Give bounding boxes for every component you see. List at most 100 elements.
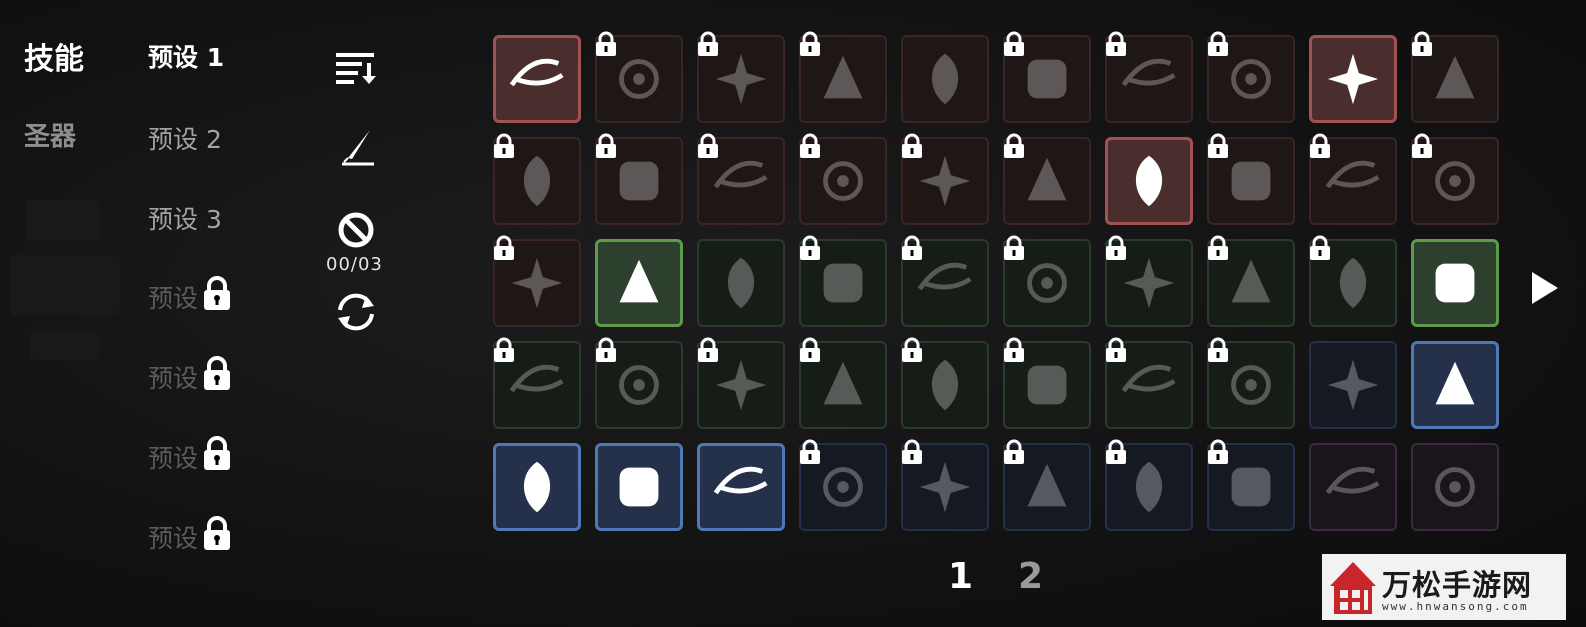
lock-icon bbox=[899, 133, 925, 159]
watermark-title: 万松手游网 bbox=[1382, 568, 1533, 602]
skill-slot[interactable] bbox=[697, 443, 785, 531]
lock-icon bbox=[1205, 235, 1231, 261]
lock-icon bbox=[1001, 337, 1027, 363]
lock-icon bbox=[593, 31, 619, 57]
preset-4-locked[interactable]: 预设 bbox=[148, 276, 234, 318]
preset-label: 预设 3 bbox=[148, 205, 222, 234]
skill-slot[interactable] bbox=[493, 133, 581, 225]
preset-label: 预设 bbox=[148, 444, 199, 473]
background-shape bbox=[10, 255, 120, 315]
sort-button[interactable] bbox=[330, 50, 382, 86]
skill-slot[interactable] bbox=[1309, 235, 1397, 327]
skill-slot[interactable] bbox=[697, 239, 785, 327]
lock-icon bbox=[899, 235, 925, 261]
skill-slot[interactable] bbox=[595, 337, 683, 429]
skill-slot[interactable] bbox=[1309, 35, 1397, 123]
lock-icon bbox=[695, 337, 721, 363]
background-shape bbox=[30, 330, 100, 360]
preset-label: 预设 1 bbox=[148, 43, 225, 72]
skill-slot[interactable] bbox=[1309, 341, 1397, 429]
tab-artifacts[interactable]: 圣器 bbox=[24, 116, 76, 153]
skill-slot[interactable] bbox=[1411, 31, 1499, 123]
page-1[interactable]: 1 bbox=[948, 556, 973, 597]
preset-2[interactable]: 预设 2 bbox=[148, 120, 222, 156]
skill-slot[interactable] bbox=[799, 337, 887, 429]
skill-slot[interactable] bbox=[493, 235, 581, 327]
skill-slot[interactable] bbox=[493, 35, 581, 123]
skill-slot[interactable] bbox=[1105, 137, 1193, 225]
skill-slot[interactable] bbox=[1003, 235, 1091, 327]
preset-label: 预设 bbox=[148, 284, 199, 313]
skill-slot[interactable] bbox=[595, 133, 683, 225]
skill-slot[interactable] bbox=[1003, 337, 1091, 429]
skill-slot[interactable] bbox=[1411, 443, 1499, 531]
preset-1[interactable]: 预设 1 bbox=[148, 38, 224, 74]
skill-slot[interactable] bbox=[595, 239, 683, 327]
next-page-button[interactable] bbox=[1530, 270, 1560, 310]
arrows-icon bbox=[931, 53, 959, 105]
lock-icon bbox=[1205, 439, 1231, 465]
skill-slot[interactable] bbox=[1003, 31, 1091, 123]
preset-7-locked[interactable]: 预设 bbox=[148, 516, 234, 558]
preset-label: 预设 2 bbox=[148, 125, 222, 154]
skill-slot[interactable] bbox=[1411, 239, 1499, 327]
skill-slot[interactable] bbox=[1003, 439, 1091, 531]
skill-slot[interactable] bbox=[799, 235, 887, 327]
lock-icon bbox=[695, 31, 721, 57]
preset-5-locked[interactable]: 预设 bbox=[148, 356, 234, 398]
lock-icon bbox=[200, 436, 234, 478]
skill-slot[interactable] bbox=[1003, 133, 1091, 225]
triple-spear-icon bbox=[1327, 53, 1379, 105]
skill-slot[interactable] bbox=[493, 443, 581, 531]
skill-slot[interactable] bbox=[901, 35, 989, 123]
skill-slot[interactable] bbox=[595, 443, 683, 531]
skill-slot[interactable] bbox=[1309, 443, 1397, 531]
skill-slot[interactable] bbox=[1207, 133, 1295, 225]
skill-slot[interactable] bbox=[1207, 235, 1295, 327]
watermark-url: www.hnwansong.com bbox=[1382, 600, 1529, 613]
skill-slot[interactable] bbox=[1207, 337, 1295, 429]
skill-slot[interactable] bbox=[1207, 439, 1295, 531]
sort-icon bbox=[336, 53, 376, 84]
skill-slot[interactable] bbox=[1411, 341, 1499, 429]
skill-slot[interactable] bbox=[1105, 439, 1193, 531]
rename-button[interactable] bbox=[330, 128, 382, 168]
lock-icon bbox=[1001, 439, 1027, 465]
preset-6-locked[interactable]: 预设 bbox=[148, 436, 234, 478]
skill-slot[interactable] bbox=[799, 31, 887, 123]
lock-icon bbox=[695, 133, 721, 159]
skill-slot[interactable] bbox=[595, 31, 683, 123]
equip-counter: 00/03 bbox=[326, 254, 383, 275]
skill-slot[interactable] bbox=[1105, 31, 1193, 123]
skill-slot[interactable] bbox=[697, 133, 785, 225]
skill-slot[interactable] bbox=[901, 337, 989, 429]
clear-button[interactable] bbox=[330, 210, 382, 250]
skill-slot[interactable] bbox=[493, 337, 581, 429]
skill-slot[interactable] bbox=[901, 235, 989, 327]
flame-potion-icon bbox=[1435, 263, 1475, 303]
sword-up-icon bbox=[713, 466, 768, 495]
chain-icon bbox=[727, 257, 755, 309]
skill-slot[interactable] bbox=[697, 31, 785, 123]
skill-slot[interactable] bbox=[1105, 235, 1193, 327]
skill-slot[interactable] bbox=[1105, 337, 1193, 429]
skill-slot[interactable] bbox=[697, 337, 785, 429]
tab-skills[interactable]: 技能 bbox=[24, 34, 84, 78]
skill-slot[interactable] bbox=[901, 133, 989, 225]
skill-slot[interactable] bbox=[1207, 31, 1295, 123]
refresh-button[interactable] bbox=[330, 292, 382, 332]
page-2[interactable]: 2 bbox=[1018, 556, 1043, 597]
skill-slot[interactable] bbox=[1411, 133, 1499, 225]
preset-3[interactable]: 预设 3 bbox=[148, 200, 222, 236]
skill-slot[interactable] bbox=[799, 439, 887, 531]
lock-icon bbox=[899, 439, 925, 465]
lock-icon bbox=[1001, 31, 1027, 57]
slash-icon bbox=[509, 58, 564, 87]
skill-slot[interactable] bbox=[799, 133, 887, 225]
lock-icon bbox=[797, 133, 823, 159]
lock-icon bbox=[797, 235, 823, 261]
skill-slot[interactable] bbox=[1309, 133, 1397, 225]
lock-icon bbox=[1205, 31, 1231, 57]
preset-label: 预设 bbox=[148, 364, 199, 393]
skill-slot[interactable] bbox=[901, 439, 989, 531]
